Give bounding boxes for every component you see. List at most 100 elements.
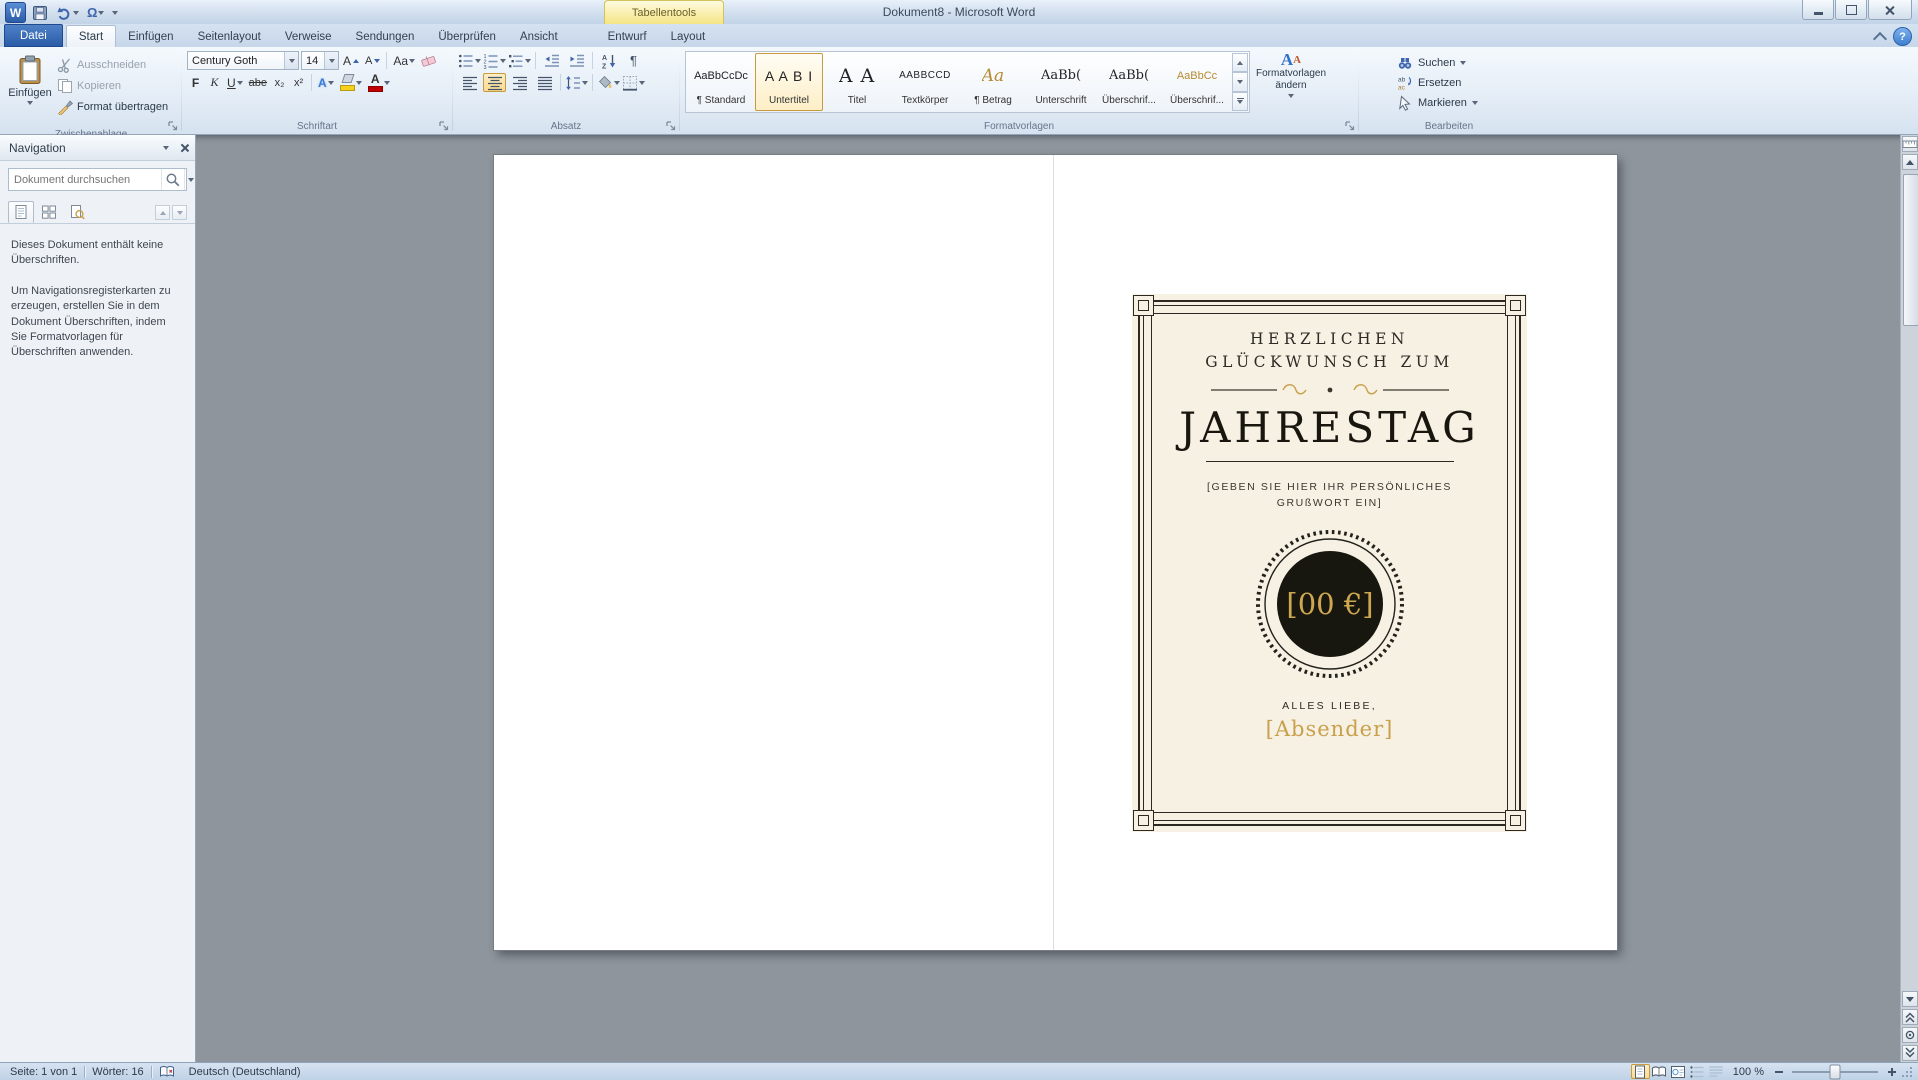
page-indicator[interactable]: Seite: 1 von 1	[3, 1063, 84, 1080]
multilevel-list-button[interactable]	[508, 51, 531, 70]
document-area[interactable]: HERZLICHEN GLÜCKWUNSCH ZUM JAHRESTAG [GE…	[196, 135, 1900, 1062]
proofing-status[interactable]	[152, 1063, 182, 1080]
underline-button[interactable]: U	[225, 73, 245, 92]
customize-qat-button[interactable]	[110, 3, 120, 23]
undo-button[interactable]	[54, 3, 81, 23]
scroll-down-button[interactable]	[1901, 991, 1918, 1007]
contextual-tools-label[interactable]: Tabellentools	[604, 0, 724, 24]
style-textkoerper[interactable]: AABBCCD Textkörper	[891, 53, 959, 111]
price-seal[interactable]: [00 €]	[1250, 524, 1410, 684]
tab-ueberpruefen[interactable]: Überprüfen	[426, 26, 508, 47]
search-button[interactable]	[161, 169, 184, 190]
web-layout-view-button[interactable]	[1669, 1064, 1688, 1079]
style-ueberschrift-1[interactable]: AaBb(Überschrif...	[1095, 53, 1163, 111]
align-left-button[interactable]	[458, 73, 481, 92]
sort-button[interactable]	[597, 51, 620, 70]
zoom-slider-thumb[interactable]	[1829, 1064, 1841, 1079]
style-titel[interactable]: A A Titel	[823, 53, 891, 111]
word-count-indicator[interactable]: Wörter: 16	[85, 1063, 150, 1080]
bold-button[interactable]: F	[187, 73, 204, 92]
italic-button[interactable]: K	[206, 73, 223, 92]
symbol-button[interactable]: Ω	[85, 3, 106, 23]
style-betrag[interactable]: Aa ¶ Betrag	[959, 53, 1027, 111]
tab-einfuegen[interactable]: Einfügen	[116, 26, 185, 47]
close-button[interactable]	[1868, 0, 1912, 20]
combo-arrow[interactable]	[284, 52, 298, 69]
card-amount[interactable]: [00 €]	[1286, 587, 1373, 621]
dialog-launcher-icon[interactable]	[665, 120, 677, 132]
document-page[interactable]: HERZLICHEN GLÜCKWUNSCH ZUM JAHRESTAG [GE…	[494, 155, 1617, 950]
style-unterschrift[interactable]: AaBb(Unterschrift	[1027, 53, 1095, 111]
line-spacing-button[interactable]	[565, 73, 588, 92]
change-styles-button[interactable]: AA Formatvorlagen ändern	[1250, 51, 1332, 99]
find-button[interactable]: Suchen	[1394, 53, 1481, 72]
font-size-combo[interactable]: 14	[301, 51, 339, 70]
browse-results-tab[interactable]	[64, 201, 90, 223]
card-title[interactable]: JAHRESTAG	[1179, 403, 1479, 452]
shrink-font-button[interactable]: A	[363, 51, 382, 70]
style-ueberschrift-2[interactable]: AaBbCc Überschrif...	[1163, 53, 1231, 111]
resize-grip[interactable]	[1901, 1066, 1913, 1078]
help-button[interactable]: ?	[1893, 27, 1912, 46]
font-color-button[interactable]: A	[366, 73, 392, 92]
anniversary-card[interactable]: HERZLICHEN GLÜCKWUNSCH ZUM JAHRESTAG [GE…	[1132, 294, 1527, 832]
combo-arrow[interactable]	[324, 52, 338, 69]
next-page-button[interactable]	[1901, 1045, 1918, 1061]
save-button[interactable]	[30, 3, 50, 23]
format-painter-button[interactable]: Format übertragen	[54, 97, 171, 116]
card-sender-placeholder[interactable]: [Absender]	[1266, 717, 1394, 741]
align-right-button[interactable]	[508, 73, 531, 92]
draft-view-button[interactable]	[1707, 1064, 1726, 1079]
style-standard[interactable]: AaBbCcDc ¶ Standard	[687, 53, 755, 111]
toggle-ruler-button[interactable]	[1901, 136, 1918, 152]
bullets-button[interactable]	[458, 51, 481, 70]
print-layout-view-button[interactable]	[1630, 1064, 1650, 1079]
zoom-out-button[interactable]	[1771, 1064, 1786, 1079]
next-result-button[interactable]	[172, 205, 187, 220]
word-logo-icon[interactable]: W	[5, 2, 26, 23]
strikethrough-button[interactable]: abe	[247, 73, 269, 92]
replace-button[interactable]: Ersetzen	[1394, 73, 1481, 92]
tab-sendungen[interactable]: Sendungen	[344, 26, 427, 47]
tab-layout[interactable]: Layout	[659, 26, 718, 47]
copy-button[interactable]: Kopieren	[54, 76, 171, 95]
tab-seitenlayout[interactable]: Seitenlayout	[186, 26, 273, 47]
select-button[interactable]: Markieren	[1394, 93, 1481, 112]
browse-headings-tab[interactable]	[8, 201, 34, 223]
increase-indent-button[interactable]	[565, 51, 588, 70]
cut-button[interactable]: Ausschneiden	[54, 55, 171, 74]
borders-button[interactable]	[622, 73, 645, 92]
font-name-combo[interactable]: Century Goth	[187, 51, 299, 70]
scrollbar-thumb[interactable]	[1902, 174, 1918, 326]
align-center-button[interactable]	[483, 73, 506, 92]
scrollbar-track[interactable]	[1902, 171, 1918, 990]
select-browse-object-button[interactable]	[1901, 1027, 1918, 1043]
minimize-button[interactable]	[1802, 0, 1834, 20]
zoom-slider[interactable]	[1792, 1064, 1878, 1079]
previous-page-button[interactable]	[1901, 1009, 1918, 1025]
dialog-launcher-icon[interactable]	[167, 120, 179, 132]
shading-button[interactable]	[597, 73, 620, 92]
navigation-pane-close-button[interactable]	[174, 139, 191, 156]
subscript-button[interactable]: x₂	[271, 73, 288, 92]
paste-button[interactable]: Einfügen	[6, 51, 54, 127]
dialog-launcher-icon[interactable]	[438, 120, 450, 132]
numbering-button[interactable]	[483, 51, 506, 70]
search-input[interactable]	[9, 173, 161, 186]
tab-entwurf[interactable]: Entwurf	[596, 26, 659, 47]
gallery-scroll-up[interactable]	[1232, 53, 1248, 73]
maximize-button[interactable]	[1835, 0, 1867, 20]
clear-formatting-button[interactable]	[419, 51, 439, 70]
text-effects-button[interactable]: A	[316, 73, 336, 92]
card-greeting-placeholder[interactable]: [GEBEN SIE HIER IHR PERSÖNLICHES GRUßWOR…	[1202, 479, 1457, 511]
tab-ansicht[interactable]: Ansicht	[508, 26, 570, 47]
grow-font-button[interactable]: A	[341, 51, 361, 70]
outline-view-button[interactable]	[1688, 1064, 1707, 1079]
tab-datei[interactable]: Datei	[4, 24, 63, 47]
decrease-indent-button[interactable]	[540, 51, 563, 70]
previous-result-button[interactable]	[155, 205, 170, 220]
card-heading-line1[interactable]: HERZLICHEN	[1250, 328, 1409, 351]
navigation-pane-options-button[interactable]	[157, 139, 174, 156]
zoom-in-button[interactable]	[1884, 1064, 1899, 1079]
justify-button[interactable]	[533, 73, 556, 92]
